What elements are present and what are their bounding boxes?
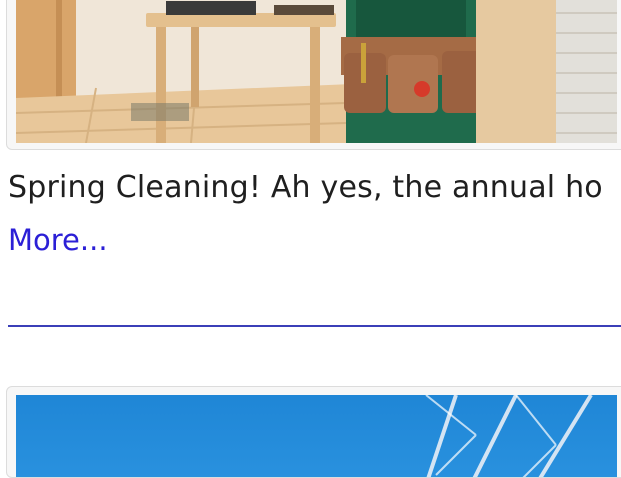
more-link[interactable]: More...: [8, 223, 108, 257]
article-image-illustration: [16, 0, 617, 143]
article-image-card-2[interactable]: [6, 386, 621, 478]
article-divider: [8, 325, 621, 327]
article-excerpt: Spring Cleaning! Ah yes, the annual ho: [8, 170, 603, 205]
article-image[interactable]: [16, 0, 617, 143]
article-image-card[interactable]: [6, 0, 621, 150]
